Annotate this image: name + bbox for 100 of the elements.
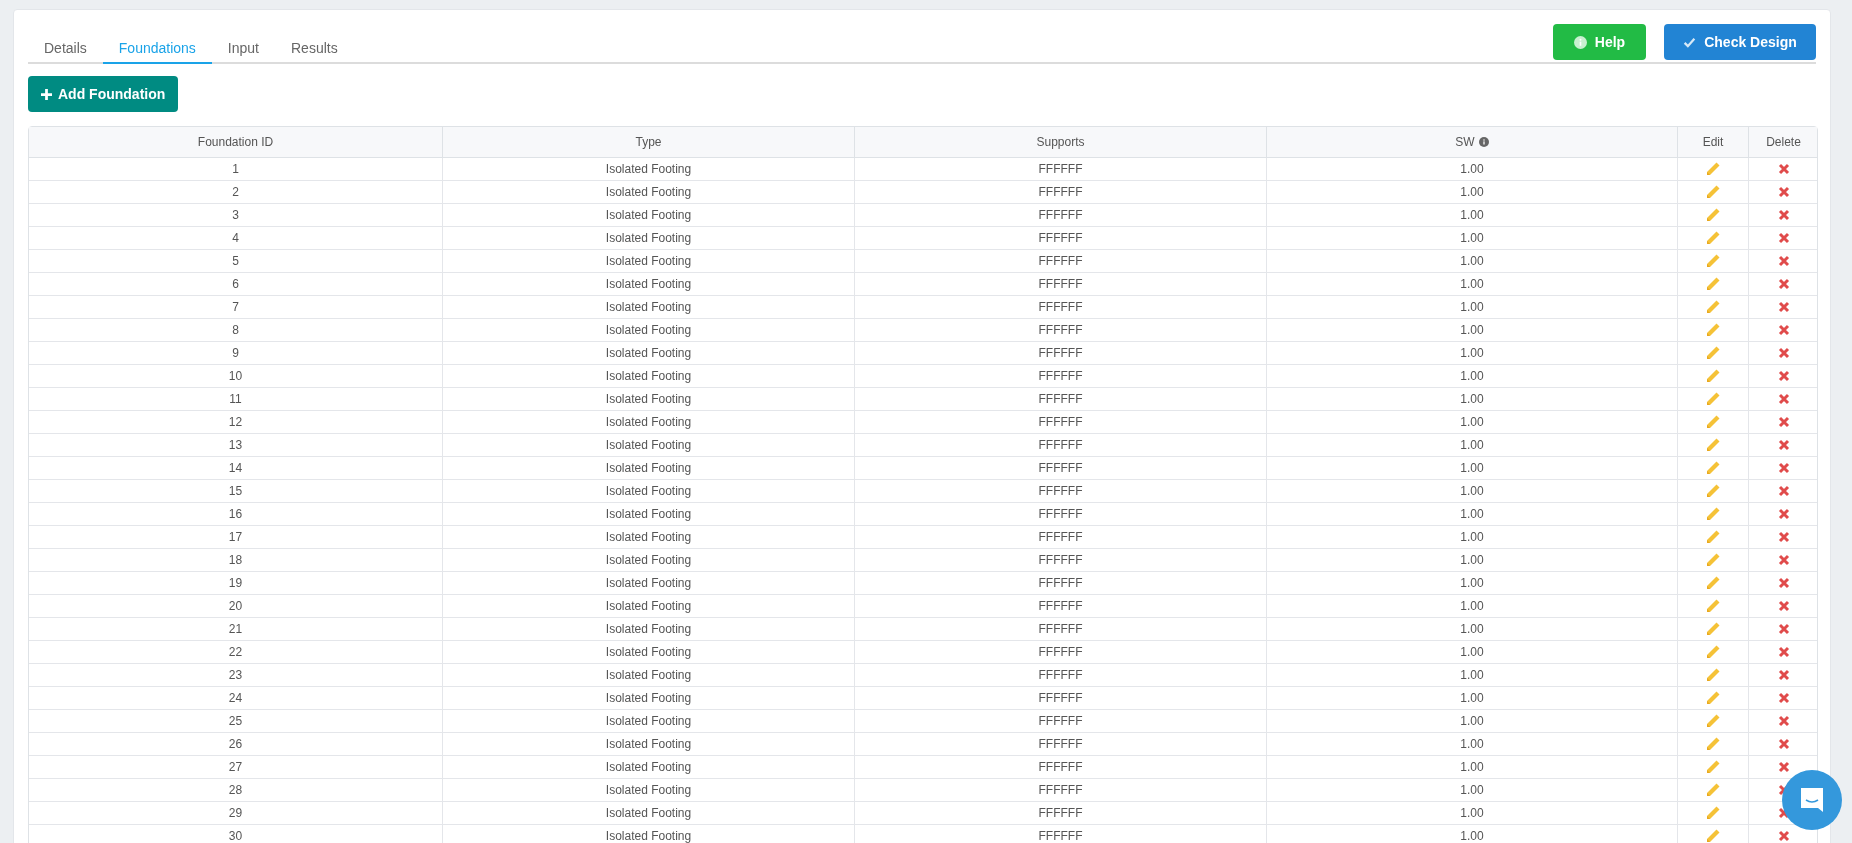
close-icon[interactable] — [1777, 301, 1790, 313]
pencil-icon[interactable] — [1705, 161, 1721, 177]
table-cell: 1.00 — [1267, 572, 1678, 594]
pencil-icon[interactable] — [1705, 345, 1721, 361]
table-cell: Isolated Footing — [443, 227, 855, 249]
pencil-icon[interactable] — [1705, 621, 1721, 637]
pencil-icon[interactable] — [1705, 391, 1721, 407]
table-cell: Isolated Footing — [443, 549, 855, 571]
pencil-icon[interactable] — [1705, 736, 1721, 752]
close-icon[interactable] — [1777, 255, 1790, 267]
table-cell: FFFFFF — [855, 388, 1267, 410]
check-icon — [1683, 35, 1697, 49]
close-icon[interactable] — [1777, 393, 1790, 405]
table-cell: 1.00 — [1267, 457, 1678, 479]
table-cell: FFFFFF — [855, 802, 1267, 824]
close-icon[interactable] — [1777, 324, 1790, 336]
table-cell: 19 — [29, 572, 443, 594]
close-icon[interactable] — [1777, 347, 1790, 359]
action-button[interactable]: Help — [1553, 24, 1646, 60]
pencil-icon[interactable] — [1705, 690, 1721, 706]
close-icon[interactable] — [1777, 508, 1790, 520]
table-cell: 4 — [29, 227, 443, 249]
pencil-icon[interactable] — [1705, 437, 1721, 453]
close-icon[interactable] — [1777, 646, 1790, 658]
close-icon[interactable] — [1777, 623, 1790, 635]
close-icon[interactable] — [1777, 416, 1790, 428]
pencil-icon[interactable] — [1705, 483, 1721, 499]
pencil-icon[interactable] — [1705, 805, 1721, 821]
table-cell: Isolated Footing — [443, 710, 855, 732]
tab[interactable]: Results — [275, 34, 354, 64]
close-icon[interactable] — [1777, 738, 1790, 750]
table-cell: 14 — [29, 457, 443, 479]
close-icon[interactable] — [1777, 163, 1790, 175]
close-icon[interactable] — [1777, 807, 1790, 819]
close-icon[interactable] — [1777, 531, 1790, 543]
close-icon[interactable] — [1777, 830, 1790, 842]
close-icon[interactable] — [1777, 554, 1790, 566]
action-button[interactable]: Check Design — [1664, 24, 1816, 60]
table-cell: 1.00 — [1267, 503, 1678, 525]
close-icon[interactable] — [1777, 462, 1790, 474]
close-icon[interactable] — [1777, 186, 1790, 198]
table-cell: 3 — [29, 204, 443, 226]
tab[interactable]: Input — [211, 34, 275, 64]
tab[interactable]: Details — [28, 34, 103, 64]
pencil-icon[interactable] — [1705, 667, 1721, 683]
table-cell: 17 — [29, 526, 443, 548]
table-cell: 30 — [29, 825, 443, 843]
table-cell: Isolated Footing — [443, 365, 855, 387]
chat-icon — [1798, 786, 1826, 814]
close-icon[interactable] — [1777, 692, 1790, 704]
table-cell: 21 — [29, 618, 443, 640]
table-cell: Isolated Footing — [443, 204, 855, 226]
pencil-icon[interactable] — [1705, 414, 1721, 430]
table-cell: 10 — [29, 365, 443, 387]
pencil-icon[interactable] — [1705, 598, 1721, 614]
table-cell: Isolated Footing — [443, 250, 855, 272]
close-icon[interactable] — [1777, 715, 1790, 727]
table-cell: 5 — [29, 250, 443, 272]
pencil-icon[interactable] — [1705, 368, 1721, 384]
pencil-icon[interactable] — [1705, 322, 1721, 338]
table-cell: 11 — [29, 388, 443, 410]
close-icon[interactable] — [1777, 370, 1790, 382]
table-cell: Isolated Footing — [443, 756, 855, 778]
close-icon[interactable] — [1777, 232, 1790, 244]
pencil-icon[interactable] — [1705, 184, 1721, 200]
pencil-icon[interactable] — [1705, 759, 1721, 775]
close-icon[interactable] — [1777, 669, 1790, 681]
table-cell: 2 — [29, 181, 443, 203]
table-cell: Isolated Footing — [443, 480, 855, 502]
tab[interactable]: Foundations — [102, 34, 212, 64]
close-icon[interactable] — [1777, 209, 1790, 221]
pencil-icon[interactable] — [1705, 299, 1721, 315]
table-cell: 9 — [29, 342, 443, 364]
add-foundation-button[interactable]: Add Foundation — [28, 76, 179, 112]
close-icon[interactable] — [1777, 761, 1790, 773]
close-icon[interactable] — [1777, 278, 1790, 290]
pencil-icon[interactable] — [1705, 644, 1721, 660]
table-cell: 7 — [29, 296, 443, 318]
pencil-icon[interactable] — [1705, 460, 1721, 476]
pencil-icon[interactable] — [1705, 276, 1721, 292]
pencil-icon[interactable] — [1705, 506, 1721, 522]
pencil-icon[interactable] — [1705, 207, 1721, 223]
table-cell: FFFFFF — [855, 250, 1267, 272]
pencil-icon[interactable] — [1705, 230, 1721, 246]
pencil-icon[interactable] — [1705, 575, 1721, 591]
close-icon[interactable] — [1777, 577, 1790, 589]
pencil-icon[interactable] — [1705, 253, 1721, 269]
close-icon[interactable] — [1777, 439, 1790, 451]
column-header: Foundation ID — [29, 127, 443, 157]
table-cell: Isolated Footing — [443, 342, 855, 364]
table-cell: Isolated Footing — [443, 296, 855, 318]
close-icon[interactable] — [1777, 600, 1790, 612]
pencil-icon[interactable] — [1705, 713, 1721, 729]
pencil-icon[interactable] — [1705, 782, 1721, 798]
pencil-icon[interactable] — [1705, 529, 1721, 545]
pencil-icon[interactable] — [1705, 828, 1721, 843]
table-cell: FFFFFF — [855, 618, 1267, 640]
table-cell: 22 — [29, 641, 443, 663]
close-icon[interactable] — [1777, 485, 1790, 497]
pencil-icon[interactable] — [1705, 552, 1721, 568]
